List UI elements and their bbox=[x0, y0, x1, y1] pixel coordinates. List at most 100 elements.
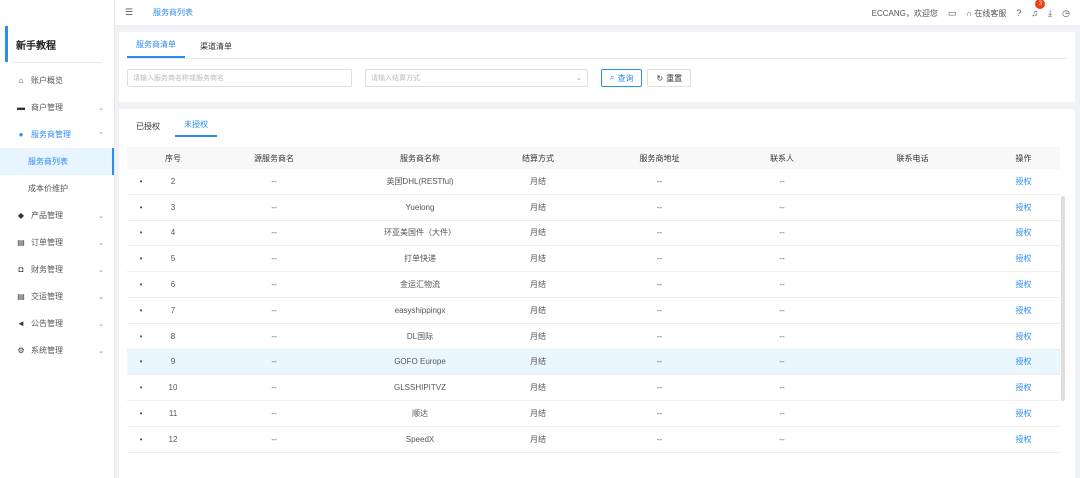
query-button[interactable]: ⌕ 查询 bbox=[601, 69, 643, 87]
cell-no: 10 bbox=[168, 383, 178, 393]
col-header-action: 操作 bbox=[1015, 153, 1032, 163]
cell-contact: -- bbox=[779, 202, 785, 212]
authorize-link[interactable]: 授权 bbox=[1016, 409, 1032, 418]
authorize-link[interactable]: 授权 bbox=[1016, 203, 1032, 212]
cell-address: -- bbox=[656, 434, 663, 444]
refresh-icon: ↻ bbox=[656, 73, 664, 83]
table-row[interactable]: • 6 -- 金运汇物流 月结 -- -- 授权 bbox=[127, 272, 1060, 298]
tab-channels[interactable]: 渠道清单 bbox=[191, 41, 241, 58]
clock-icon[interactable]: ◷ bbox=[1062, 8, 1070, 19]
cell-name: GLSSHIPITVZ bbox=[393, 383, 446, 393]
sidebar-item[interactable]: ◘ 财务管理 ⌄ bbox=[0, 256, 114, 283]
reset-button[interactable]: ↻ 重置 bbox=[647, 69, 692, 87]
filter-card: 服务商清单 渠道清单 请输入服务商名称或服务商名 请输入结算方式 ⌄ ⌕ 查询 … bbox=[119, 32, 1075, 102]
support-link[interactable]: ∩ 在线客服 bbox=[966, 8, 1006, 19]
sidebar-item[interactable]: ● 服务商管理 ⌃ bbox=[0, 121, 114, 148]
tabs-divider bbox=[127, 58, 1067, 59]
cell-no: 5 bbox=[170, 254, 176, 264]
cell-contact: -- bbox=[779, 305, 785, 315]
cell-action: 授权 bbox=[987, 279, 1060, 290]
sidebar-item-label: 服务商管理 bbox=[31, 130, 71, 139]
col-header-name: 服务商名称 bbox=[400, 153, 440, 163]
sidebar-item[interactable]: ⚙ 系统管理 ⌄ bbox=[0, 337, 114, 364]
expand-icon[interactable]: • bbox=[127, 306, 155, 315]
expand-icon[interactable]: • bbox=[127, 228, 155, 237]
topbar-right: ECCANG，欢迎您 ▭ ∩ 在线客服 ? ♫ 3 ⤓ ◷ bbox=[872, 0, 1070, 26]
cell-no: 7 bbox=[170, 305, 176, 315]
cell-source: -- bbox=[271, 383, 277, 393]
sidebar-item-label: 商户管理 bbox=[31, 103, 63, 112]
cell-address: -- bbox=[656, 357, 663, 367]
shipping-icon: ▤ bbox=[17, 292, 25, 301]
cell-no: 4 bbox=[170, 228, 176, 238]
user-greeting[interactable]: ECCANG，欢迎您 bbox=[872, 8, 938, 19]
merchant-icon: ▬ bbox=[17, 103, 25, 112]
expand-icon[interactable]: • bbox=[127, 203, 155, 212]
table-row[interactable]: • 11 -- 顺达 月结 -- -- 授权 bbox=[127, 401, 1060, 427]
help-icon[interactable]: ? bbox=[1016, 8, 1021, 18]
authorize-link[interactable]: 授权 bbox=[1016, 254, 1032, 263]
authorize-link[interactable]: 授权 bbox=[1016, 332, 1032, 341]
table-row[interactable]: • 7 -- easyshippingx 月结 -- -- 授权 bbox=[127, 298, 1060, 324]
cell-address: -- bbox=[656, 176, 663, 186]
table-row[interactable]: • 9 -- GOFO Europe 月结 -- -- 授权 bbox=[127, 349, 1060, 376]
table-row[interactable]: • 5 -- 打单快递 月结 -- -- 授权 bbox=[127, 246, 1060, 273]
expand-icon[interactable]: • bbox=[127, 332, 155, 341]
sidebar-subitem[interactable]: 服务商列表 bbox=[0, 148, 114, 175]
authorize-link[interactable]: 授权 bbox=[1016, 435, 1032, 444]
authorize-link[interactable]: 授权 bbox=[1016, 280, 1032, 289]
sidebar-item[interactable]: ◄ 公告管理 ⌄ bbox=[0, 310, 114, 337]
brand-title[interactable]: 新手教程 bbox=[5, 26, 114, 62]
expand-icon[interactable]: • bbox=[127, 280, 155, 289]
tab-unauthorized[interactable]: 未授权 bbox=[175, 119, 217, 137]
sidebar-item[interactable]: ◆ 产品管理 ⌄ bbox=[0, 202, 114, 229]
cell-action: 授权 bbox=[987, 202, 1060, 213]
table-row[interactable]: • 3 -- Yuelong 月结 -- -- 授权 bbox=[127, 195, 1060, 221]
cell-source: -- bbox=[271, 331, 277, 341]
table-row[interactable]: • 4 -- 环亚美国件（大件） 月结 -- -- 授权 bbox=[127, 221, 1060, 247]
cell-settle: 月结 bbox=[530, 409, 546, 419]
menu-toggle-icon[interactable]: ☰ bbox=[125, 7, 137, 18]
cell-source: -- bbox=[271, 176, 277, 186]
breadcrumb[interactable]: 服务商列表 bbox=[153, 7, 193, 18]
sidebar-item[interactable]: ⌂ 账户概览 bbox=[0, 67, 114, 94]
cell-address: -- bbox=[656, 331, 663, 341]
expand-icon[interactable]: • bbox=[127, 357, 155, 366]
authorize-link[interactable]: 授权 bbox=[1016, 357, 1032, 366]
sidebar-item[interactable]: ▤ 交运管理 ⌄ bbox=[0, 283, 114, 310]
table-row[interactable]: • 12 -- SpeedX 月结 -- -- 授权 bbox=[127, 427, 1060, 453]
scrollbar[interactable] bbox=[1061, 196, 1065, 401]
tab-providers[interactable]: 服务商清单 bbox=[127, 39, 185, 58]
authorize-link[interactable]: 授权 bbox=[1016, 177, 1032, 186]
expand-icon[interactable]: • bbox=[127, 409, 155, 418]
sidebar-subitem[interactable]: 成本价维护 bbox=[0, 175, 114, 202]
sidebar-item[interactable]: ▬ 商户管理 ⌄ bbox=[0, 94, 114, 121]
expand-icon[interactable]: • bbox=[127, 435, 155, 444]
authorize-link[interactable]: 授权 bbox=[1016, 306, 1032, 315]
calendar-icon[interactable]: ▭ bbox=[948, 8, 957, 19]
sidebar-item-label: 交运管理 bbox=[31, 292, 63, 301]
cell-name: easyshippingx bbox=[394, 305, 446, 315]
authorize-link[interactable]: 授权 bbox=[1016, 228, 1032, 237]
tab-authorized[interactable]: 已授权 bbox=[127, 121, 169, 137]
expand-icon[interactable]: • bbox=[127, 177, 155, 186]
cell-contact: -- bbox=[779, 357, 785, 367]
topbar: ☰ 服务商列表 ECCANG，欢迎您 ▭ ∩ 在线客服 ? ♫ 3 ⤓ ◷ bbox=[115, 0, 1080, 26]
cell-no: 11 bbox=[168, 409, 178, 419]
table-row[interactable]: • 8 -- DL国际 月结 -- -- 授权 bbox=[127, 324, 1060, 350]
bell-icon[interactable]: ♫ 3 bbox=[1031, 0, 1046, 18]
cell-settle: 月结 bbox=[530, 305, 546, 315]
search-input[interactable]: 请输入服务商名称或服务商名 bbox=[127, 69, 352, 87]
table-row[interactable]: • 2 -- 英国DHL(RESTful) 月结 -- -- 授权 bbox=[127, 169, 1060, 195]
expand-icon[interactable]: • bbox=[127, 383, 155, 392]
expand-icon[interactable]: • bbox=[127, 254, 155, 263]
headset-icon: ∩ bbox=[966, 8, 973, 18]
table-row[interactable]: • 10 -- GLSSHIPITVZ 月结 -- -- 授权 bbox=[127, 375, 1060, 402]
sidebar-item[interactable]: ▤ 订单管理 ⌄ bbox=[0, 229, 114, 256]
authorize-link[interactable]: 授权 bbox=[1016, 383, 1032, 392]
download-icon[interactable]: ⤓ bbox=[1048, 8, 1052, 19]
settle-select[interactable]: 请输入结算方式 ⌄ bbox=[365, 69, 588, 87]
auth-tabs: 已授权 未授权 bbox=[119, 109, 1075, 137]
chevron-icon: ⌄ bbox=[98, 266, 104, 274]
cell-settle: 月结 bbox=[530, 228, 546, 238]
